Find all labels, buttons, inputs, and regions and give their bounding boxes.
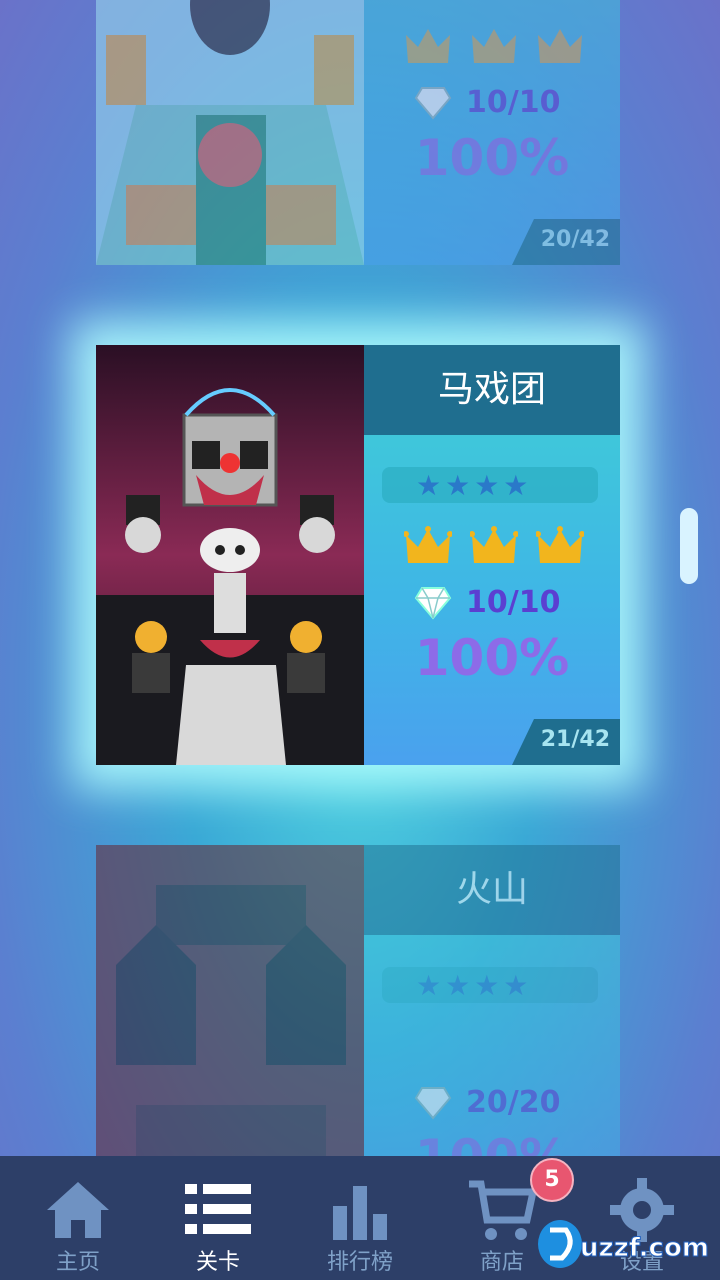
level-title: 马戏团 xyxy=(364,345,620,435)
star-rating: ★★★★ xyxy=(416,969,533,1002)
nav-home-label: 主页 xyxy=(55,1250,100,1275)
level-info-prev: 10/10 100% 20/42 xyxy=(364,0,620,265)
home-icon xyxy=(47,1182,109,1238)
nav-leaderboard[interactable]: 排行榜 xyxy=(288,1156,432,1280)
level-card-current[interactable]: 马戏团 ★★★★ 10/10 100% 21/42 xyxy=(96,345,620,765)
nav-levels[interactable]: 关卡 xyxy=(146,1156,290,1280)
svg-text:uzzf.com: uzzf.com xyxy=(580,1233,709,1263)
watermark-logo: uzzf.com xyxy=(536,1212,716,1272)
completion-percent: 100% xyxy=(414,629,570,687)
crown-icon xyxy=(538,29,582,63)
nav-home[interactable]: 主页 xyxy=(6,1156,150,1280)
crown-icon xyxy=(406,29,450,63)
level-index-tag: 21/42 xyxy=(512,719,620,765)
nav-leaderboard-label: 排行榜 xyxy=(326,1250,393,1275)
nav-levels-label: 关卡 xyxy=(195,1250,240,1275)
level-artwork-circus xyxy=(96,345,364,765)
gem-count: 20/20 xyxy=(466,1085,561,1120)
level-artwork-prev xyxy=(96,0,364,265)
level-title: 火山 xyxy=(364,845,620,935)
level-card-prev[interactable]: 10/10 100% 20/42 xyxy=(96,0,620,265)
bar-chart-icon xyxy=(333,1186,387,1240)
list-icon xyxy=(185,1184,251,1234)
diamond-icon xyxy=(414,86,452,120)
cart-icon xyxy=(469,1180,537,1240)
crown-icon xyxy=(472,29,516,63)
star-rating-bar: ★★★★ xyxy=(382,967,598,1003)
crown-icon xyxy=(470,526,518,563)
star-rating-bar: ★★★★ xyxy=(382,467,598,503)
star-rating: ★★★★ xyxy=(416,469,533,502)
level-index-tag: 20/42 xyxy=(512,219,620,265)
gem-count: 10/10 xyxy=(466,585,561,620)
crown-icon xyxy=(404,526,452,563)
scrollbar-thumb[interactable] xyxy=(680,508,698,584)
diamond-icon xyxy=(414,586,452,620)
crown-icon xyxy=(536,526,584,563)
completion-percent: 100% xyxy=(414,129,570,187)
diamond-icon xyxy=(414,1086,452,1120)
gem-count: 10/10 xyxy=(466,85,561,120)
level-info-current: 马戏团 ★★★★ 10/10 100% 21/42 xyxy=(364,345,620,765)
shop-notification-badge: 5 xyxy=(530,1158,574,1202)
